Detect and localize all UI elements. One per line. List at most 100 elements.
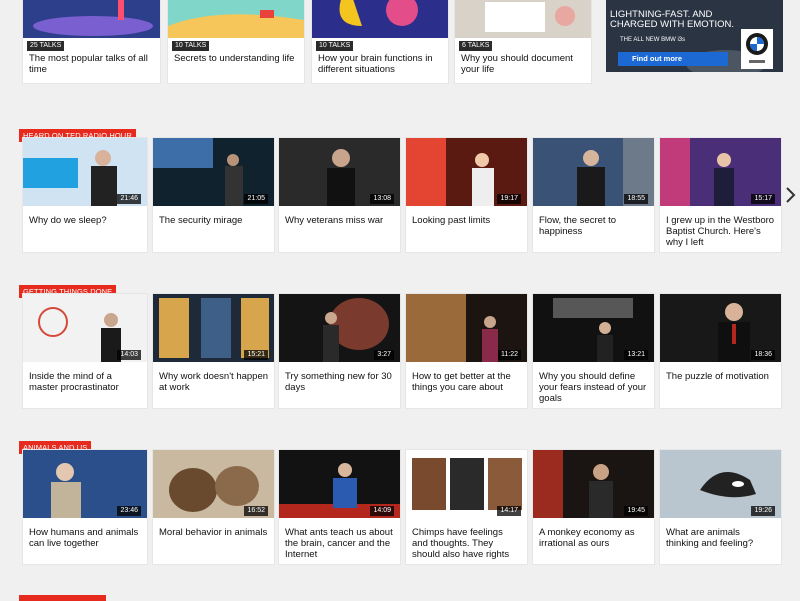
- talk-title[interactable]: The puzzle of motivation: [666, 371, 775, 382]
- thumb-figure: [118, 0, 124, 20]
- talk-duration: 14:09: [370, 506, 394, 516]
- talk-card[interactable]: 3:27 Try something new for 30 days: [279, 294, 400, 408]
- talk-card[interactable]: 18:55 Flow, the secret to happiness: [533, 138, 654, 252]
- talk-card[interactable]: 19:17 Looking past limits: [406, 138, 527, 252]
- playlist-thumbnail[interactable]: [312, 0, 448, 38]
- talk-duration: 3:27: [374, 350, 394, 360]
- thumb-speaker-head: [95, 150, 111, 166]
- playlist-card[interactable]: 10 TALKS Secrets to understanding life: [168, 0, 304, 83]
- playlist-card[interactable]: 10 TALKS How your brain functions in dif…: [312, 0, 448, 83]
- thumb-speaker-head: [593, 464, 609, 480]
- talk-title[interactable]: What ants teach us about the brain, canc…: [285, 527, 394, 560]
- talk-title[interactable]: Try something new for 30 days: [285, 371, 394, 393]
- playlist-title[interactable]: Why you should document your life: [461, 53, 585, 75]
- thumb-windows-2: [201, 298, 231, 358]
- thumb-glow: [33, 16, 153, 36]
- talk-title[interactable]: Flow, the secret to happiness: [539, 215, 648, 237]
- thumb-tie: [732, 324, 736, 344]
- talk-title[interactable]: Looking past limits: [412, 215, 521, 226]
- thumb-blob: [555, 6, 575, 26]
- talk-count-badge: 10 TALKS: [172, 41, 210, 51]
- bmw-logo-tagline: [749, 60, 765, 63]
- thumb-light: [660, 138, 690, 206]
- thumb-speaker-body: [225, 166, 243, 206]
- playlist-card[interactable]: 25 TALKS The most popular talks of all t…: [23, 0, 160, 83]
- talk-card[interactable]: 14:03 Inside the mind of a master procra…: [23, 294, 147, 408]
- thumb-speaker-body: [714, 168, 734, 206]
- playlist-thumbnail[interactable]: [455, 0, 591, 38]
- talk-title[interactable]: Moral behavior in animals: [159, 527, 268, 538]
- talk-count-badge: 10 TALKS: [316, 41, 354, 51]
- thumb-speaker-head: [583, 150, 599, 166]
- talk-title[interactable]: Inside the mind of a master procrastinat…: [29, 371, 141, 393]
- talk-card[interactable]: 15:21 Why work doesn't happen at work: [153, 294, 274, 408]
- talk-title[interactable]: The security mirage: [159, 215, 268, 226]
- talk-card[interactable]: 23:46 How humans and animals can live to…: [23, 450, 147, 564]
- thumb-speaker-body: [472, 168, 494, 206]
- talk-card[interactable]: 14:09 What ants teach us about the brain…: [279, 450, 400, 564]
- thumb-screen: [153, 138, 213, 168]
- thumb-chimp-2: [450, 458, 484, 510]
- talk-duration: 14:03: [117, 350, 141, 360]
- talk-card[interactable]: 21:46 Why do we sleep?: [23, 138, 147, 252]
- talk-duration: 21:46: [117, 194, 141, 204]
- ad-headline: LIGHTNING-FAST. AND CHARGED WITH EMOTION…: [610, 9, 735, 30]
- talk-card[interactable]: 18:36 The puzzle of motivation: [660, 294, 781, 408]
- bmw-logo-icon[interactable]: [741, 29, 773, 69]
- talk-title[interactable]: A monkey economy as irrational as ours: [539, 527, 648, 549]
- ad-find-out-more-button[interactable]: Find out more: [618, 52, 728, 66]
- talk-duration: 13:08: [370, 194, 394, 204]
- thumb-speaker-head: [484, 316, 496, 328]
- playlist-title[interactable]: Secrets to understanding life: [174, 53, 298, 64]
- thumb-chimp-1: [412, 458, 446, 510]
- thumb-accent: [23, 158, 78, 188]
- thumb-speaker-head: [475, 153, 489, 167]
- talk-duration: 19:45: [624, 506, 648, 516]
- talk-card[interactable]: 13:21 Why you should define your fears i…: [533, 294, 654, 408]
- thumb-windows-1: [159, 298, 189, 358]
- talk-title[interactable]: How humans and animals can live together: [29, 527, 141, 549]
- talk-title[interactable]: Why you should define your fears instead…: [539, 371, 648, 404]
- talk-card[interactable]: 19:45 A monkey economy as irrational as …: [533, 450, 654, 564]
- next-section-label[interactable]: [19, 595, 106, 601]
- talk-card[interactable]: 13:08 Why veterans miss war: [279, 138, 400, 252]
- talk-title[interactable]: What are animals thinking and feeling?: [666, 527, 775, 549]
- thumb-windows-3: [241, 298, 269, 358]
- talk-title[interactable]: I grew up in the Westboro Baptist Church…: [666, 215, 775, 248]
- playlist-title[interactable]: The most popular talks of all time: [29, 53, 154, 75]
- thumb-chimp-3: [488, 458, 522, 510]
- talk-card[interactable]: 21:05 The security mirage: [153, 138, 274, 252]
- thumb-speaker-head: [104, 313, 118, 327]
- playlist-card[interactable]: 6 TALKS Why you should document your lif…: [455, 0, 591, 83]
- playlist-thumbnail[interactable]: [168, 0, 304, 38]
- talk-duration: 19:26: [751, 506, 775, 516]
- talk-card[interactable]: 19:26 What are animals thinking and feel…: [660, 450, 781, 564]
- talk-title[interactable]: Why veterans miss war: [285, 215, 394, 226]
- thumb-speaker-head: [332, 149, 350, 167]
- talk-duration: 19:17: [497, 194, 521, 204]
- talk-duration: 15:17: [751, 194, 775, 204]
- thumb-speaker-head: [227, 154, 239, 166]
- talk-card[interactable]: 11:22 How to get better at the things yo…: [406, 294, 527, 408]
- talk-card[interactable]: 14:17 Chimps have feelings and thoughts.…: [406, 450, 527, 564]
- talk-card[interactable]: 15:17 I grew up in the Westboro Baptist …: [660, 138, 781, 252]
- thumb-speaker-body: [323, 325, 339, 362]
- thumb-stage-light: [406, 138, 446, 206]
- thumb-speaker-body: [327, 168, 355, 206]
- bmw-logo-graphic: [746, 33, 768, 63]
- talk-title[interactable]: Why work doesn't happen at work: [159, 371, 268, 393]
- playlist-title[interactable]: How your brain functions in different si…: [318, 53, 442, 75]
- talk-duration: 18:36: [751, 350, 775, 360]
- playlist-thumbnail[interactable]: [23, 0, 160, 38]
- chevron-right-icon[interactable]: [783, 185, 797, 205]
- thumb-painting: [406, 294, 466, 362]
- thumb-bg: [312, 0, 448, 38]
- talk-title[interactable]: How to get better at the things you care…: [412, 371, 521, 393]
- thumbnail-image: [23, 0, 160, 38]
- talk-title[interactable]: Why do we sleep?: [29, 215, 141, 226]
- thumb-speaker-body: [482, 329, 498, 362]
- thumb-monkey-2: [215, 466, 259, 506]
- talk-title[interactable]: Chimps have feelings and thoughts. They …: [412, 527, 521, 560]
- talk-card[interactable]: 16:52 Moral behavior in animals: [153, 450, 274, 564]
- thumb-speaker-head: [325, 312, 337, 324]
